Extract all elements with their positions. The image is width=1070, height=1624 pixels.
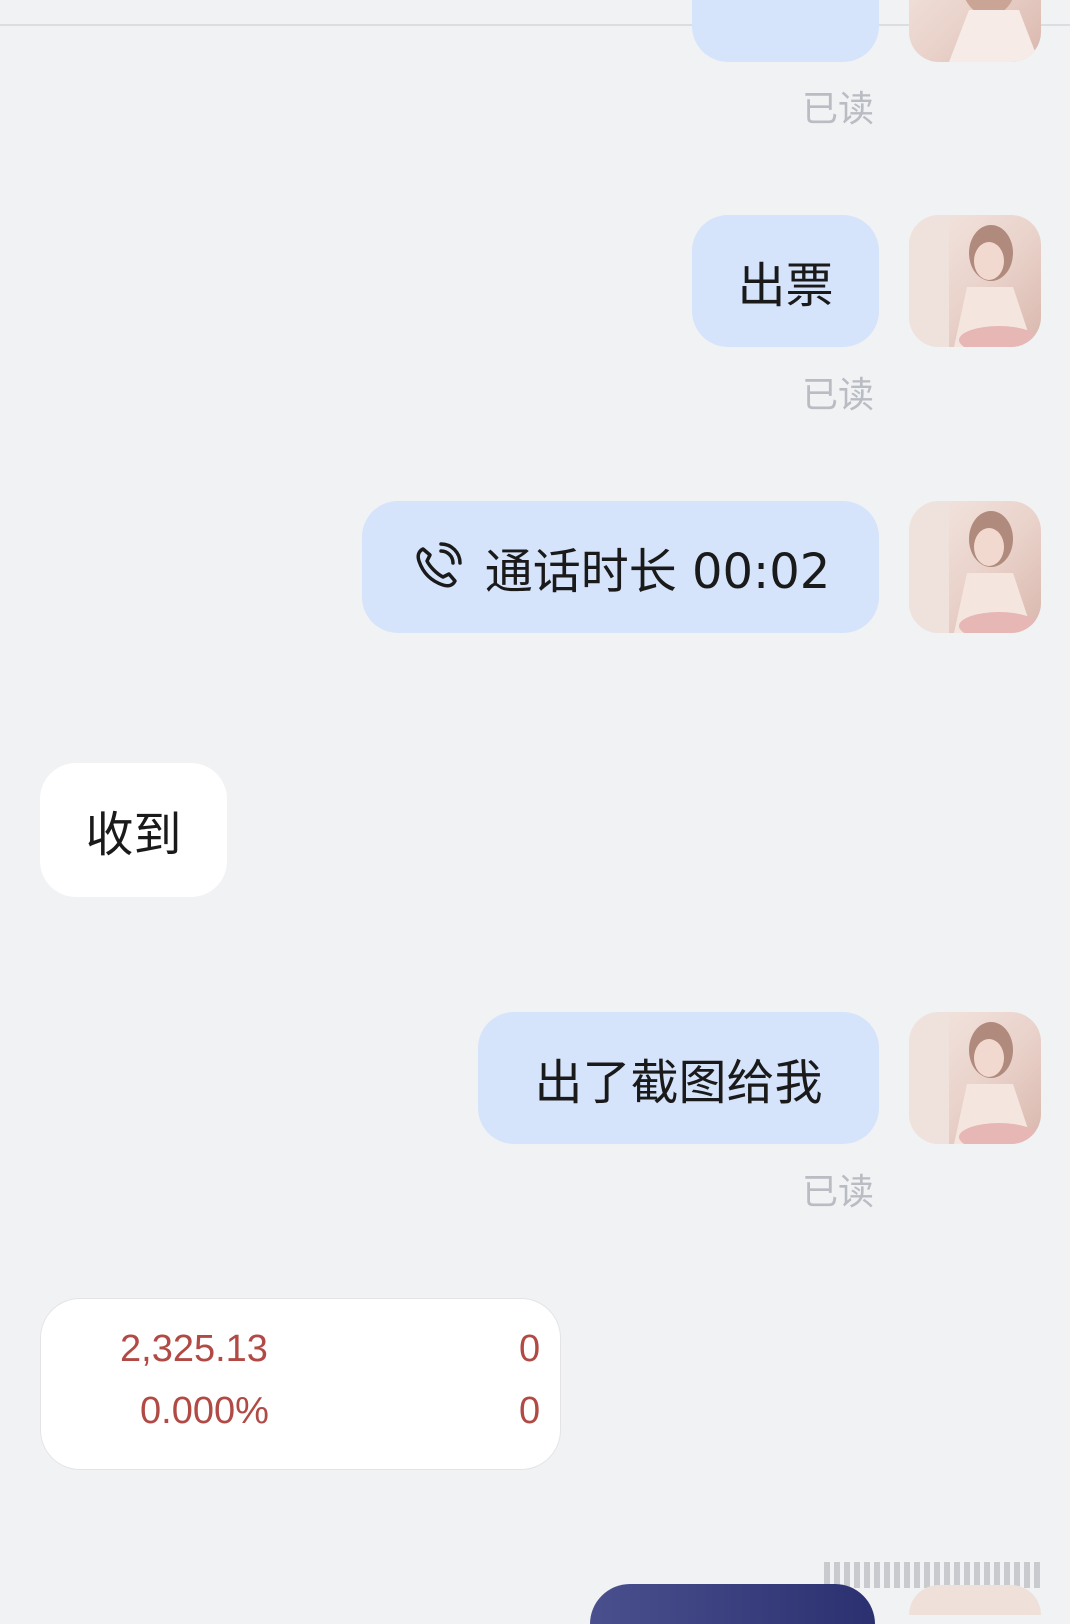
read-receipt: 已读 xyxy=(802,375,875,416)
message-text: 出了截图给我 xyxy=(534,1055,823,1111)
message-bubble[interactable]: 出票 xyxy=(692,215,879,347)
stat-count: 0 xyxy=(519,1328,541,1370)
phone-call-icon xyxy=(416,542,462,588)
stat-value: 2,325.13 xyxy=(120,1328,268,1370)
read-receipt: 已读 xyxy=(802,89,875,130)
message-bubble-partial[interactable] xyxy=(692,0,879,62)
message-text: 收到 xyxy=(85,807,182,863)
received-image-message[interactable]: 2,325.13 0.000% 0 0 xyxy=(40,1298,561,1470)
message-text: 出票 xyxy=(737,258,834,314)
message-bubble[interactable]: 出了截图给我 xyxy=(478,1012,879,1144)
avatar[interactable] xyxy=(909,1012,1041,1144)
call-message-bubble[interactable]: 通话时长 00:02 xyxy=(362,501,879,633)
stat-count: 0 xyxy=(519,1390,541,1432)
avatar[interactable] xyxy=(909,215,1041,347)
message-bubble-partial[interactable] xyxy=(590,1584,875,1624)
call-duration-text: 通话时长 00:02 xyxy=(484,544,831,600)
avatar[interactable] xyxy=(909,0,1041,62)
avatar[interactable] xyxy=(909,501,1041,633)
received-message-bubble[interactable]: 收到 xyxy=(40,763,227,897)
read-receipt: 已读 xyxy=(802,1172,875,1213)
stat-percent: 0.000% xyxy=(140,1390,269,1432)
avatar[interactable] xyxy=(909,1585,1041,1615)
